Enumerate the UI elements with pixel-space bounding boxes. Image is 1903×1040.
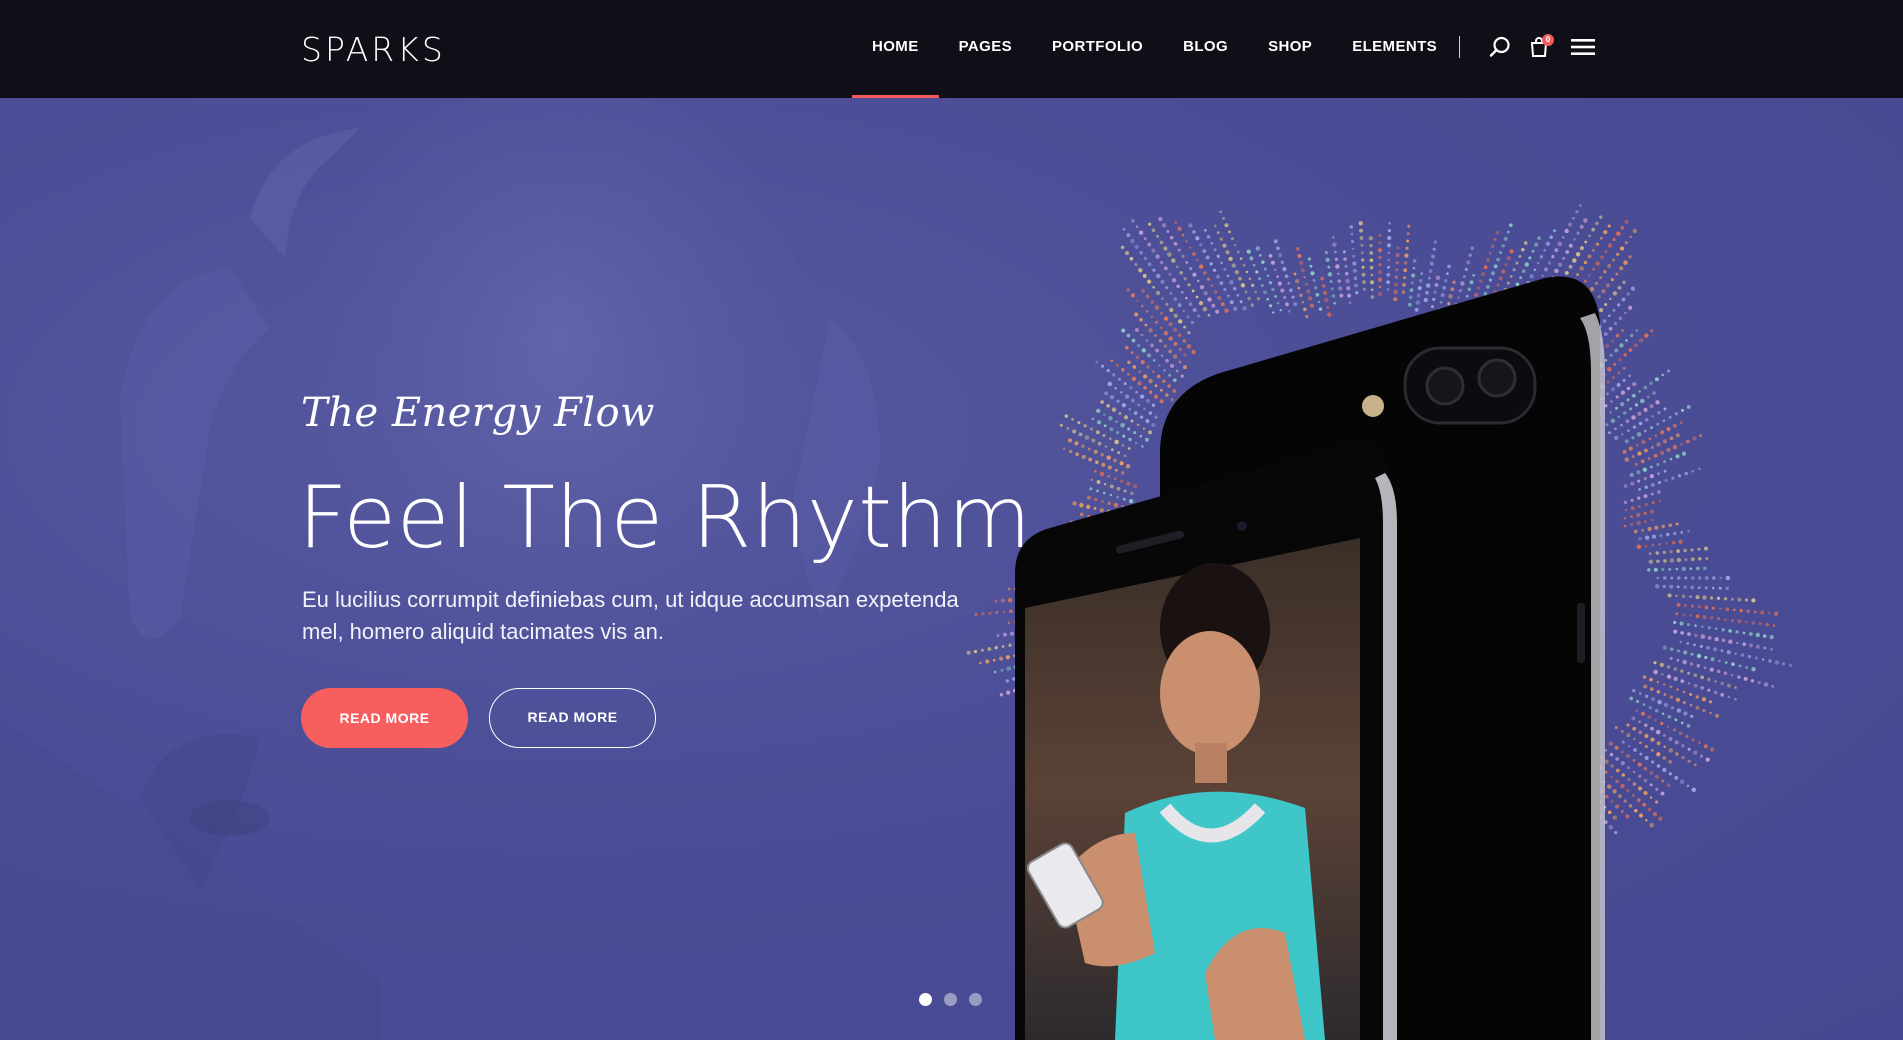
nav-item-shop[interactable]: SHOP [1248,0,1332,98]
menu-button[interactable] [1566,30,1600,64]
nav-item-blog[interactable]: BLOG [1163,0,1248,98]
nav-divider [1459,36,1460,58]
hero-headline: Feel The Rhythm [298,468,1032,568]
read-more-button-secondary[interactable]: READ MORE [489,688,656,748]
slider-dot-1[interactable] [919,993,932,1006]
smartphones-image [1015,276,1605,1040]
logo[interactable]: SPARKS [301,30,446,69]
cart-count-badge: 0 [1542,34,1554,46]
slider-pagination [919,993,982,1006]
nav-item-portfolio[interactable]: PORTFOLIO [1032,0,1163,98]
site-header: SPARKS HOME PAGES PORTFOLIO BLOG SHOP EL… [0,0,1903,98]
slider-dot-3[interactable] [969,993,982,1006]
read-more-button-primary[interactable]: READ MORE [301,688,468,748]
hero-tagline: The Energy Flow [301,390,655,436]
cart-button[interactable]: 0 [1522,30,1556,64]
nav-label: BLOG [1183,38,1229,55]
hero-slider: The Energy Flow Feel The Rhythm Eu lucil… [0,98,1903,1040]
nav-item-home[interactable]: HOME [852,0,939,98]
search-icon [1489,36,1510,57]
hamburger-menu-icon [1571,39,1595,55]
hero-description: Eu lucilius corrumpit definiebas cum, ut… [302,587,959,644]
nav-label: PAGES [958,38,1013,55]
logo-text: SPARKS [301,30,446,69]
nav-label: ELEMENTS [1352,38,1438,55]
background-person-image [0,98,880,1040]
search-button[interactable] [1483,30,1517,64]
nav-item-pages[interactable]: PAGES [939,0,1032,98]
nav-label: PORTFOLIO [1052,38,1144,55]
nav-label: HOME [872,38,919,55]
nav-item-elements[interactable]: ELEMENTS [1332,0,1457,98]
main-nav: HOME PAGES PORTFOLIO BLOG SHOP ELEMENTS [852,0,1457,98]
nav-label: SHOP [1268,38,1313,55]
slider-dot-2[interactable] [944,993,957,1006]
